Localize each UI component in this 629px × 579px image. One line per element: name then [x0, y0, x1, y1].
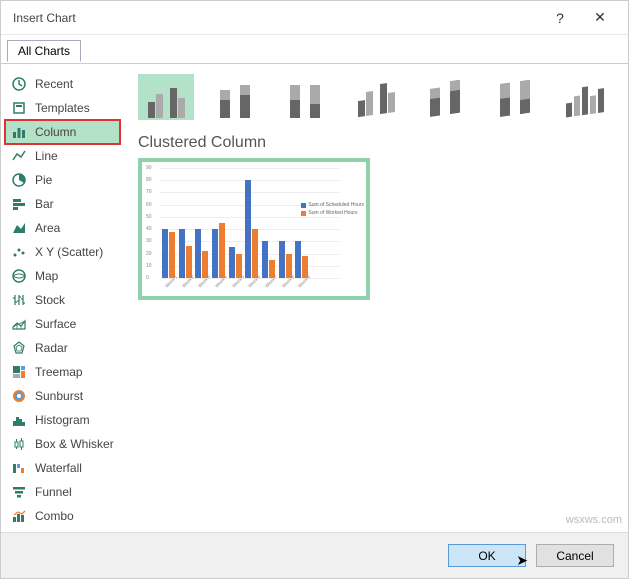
subtype-row [138, 74, 614, 120]
pie-icon [11, 172, 27, 188]
sidebar-item-pie[interactable]: Pie [5, 168, 120, 192]
dialog-footer: OK➤ Cancel [1, 532, 628, 578]
sidebar-item-label: Radar [35, 341, 68, 355]
boxwhisker-icon [11, 436, 27, 452]
funnel-icon [11, 484, 27, 500]
subtype-100-stacked-column[interactable] [278, 74, 334, 120]
sunburst-icon [11, 388, 27, 404]
subtype-3d-stacked-column[interactable] [418, 74, 474, 120]
cancel-button[interactable]: Cancel [536, 544, 614, 567]
area-icon [11, 220, 27, 236]
subtype-clustered-column[interactable] [138, 74, 194, 120]
sidebar-item-label: Stock [35, 293, 65, 307]
sidebar-item-label: Line [35, 149, 58, 163]
map-icon [11, 268, 27, 284]
sidebar-item-combo[interactable]: Combo [5, 504, 120, 528]
title-bar: Insert Chart ? ✕ [1, 1, 628, 35]
tab-strip: All Charts [7, 39, 628, 63]
ok-button[interactable]: OK➤ [448, 544, 526, 567]
chart-main-area: Clustered Column 0102030405060708090Week… [124, 64, 628, 532]
column-icon [11, 124, 27, 140]
sidebar-item-radar[interactable]: Radar [5, 336, 120, 360]
subtype-title: Clustered Column [138, 134, 614, 152]
sidebar-item-label: Histogram [35, 413, 90, 427]
templates-icon [11, 100, 27, 116]
sidebar-item-label: X Y (Scatter) [35, 245, 103, 259]
chart-type-sidebar: Recent Templates Column Line Pie Bar Are… [1, 64, 124, 532]
sidebar-item-sunburst[interactable]: Sunburst [5, 384, 120, 408]
sidebar-item-label: Sunburst [35, 389, 83, 403]
sidebar-item-waterfall[interactable]: Waterfall [5, 456, 120, 480]
bar-icon [11, 196, 27, 212]
waterfall-icon [11, 460, 27, 476]
radar-icon [11, 340, 27, 356]
combo-icon [11, 508, 27, 524]
sidebar-item-label: Bar [35, 197, 54, 211]
sidebar-item-funnel[interactable]: Funnel [5, 480, 120, 504]
sidebar-item-label: Combo [35, 509, 74, 523]
sidebar-item-recent[interactable]: Recent [5, 72, 120, 96]
sidebar-item-label: Recent [35, 77, 73, 91]
sidebar-item-surface[interactable]: Surface [5, 312, 120, 336]
sidebar-item-label: Funnel [35, 485, 72, 499]
line-icon [11, 148, 27, 164]
cursor-icon: ➤ [516, 552, 528, 569]
sidebar-item-label: Area [35, 221, 60, 235]
subtype-stacked-column[interactable] [208, 74, 264, 120]
sidebar-item-label: Pie [35, 173, 52, 187]
dialog-title: Insert Chart [13, 11, 540, 25]
sidebar-item-label: Surface [35, 317, 76, 331]
sidebar-item-map[interactable]: Map [5, 264, 120, 288]
subtype-3d-column[interactable] [558, 74, 614, 120]
help-button[interactable]: ? [540, 10, 580, 26]
sidebar-item-column[interactable]: Column [5, 120, 120, 144]
sidebar-item-stock[interactable]: Stock [5, 288, 120, 312]
stock-icon [11, 292, 27, 308]
sidebar-item-histogram[interactable]: Histogram [5, 408, 120, 432]
chart-preview[interactable]: 0102030405060708090Week 1Week 2Week 3Wee… [138, 158, 370, 300]
sidebar-item-treemap[interactable]: Treemap [5, 360, 120, 384]
sidebar-item-label: Column [35, 125, 76, 139]
sidebar-item-line[interactable]: Line [5, 144, 120, 168]
surface-icon [11, 316, 27, 332]
sidebar-item-scatter[interactable]: X Y (Scatter) [5, 240, 120, 264]
chart-plot-area: 0102030405060708090Week 1Week 2Week 3Wee… [160, 168, 340, 278]
recent-icon [11, 76, 27, 92]
scatter-icon [11, 244, 27, 260]
close-button[interactable]: ✕ [580, 9, 620, 26]
treemap-icon [11, 364, 27, 380]
sidebar-item-boxwhisker[interactable]: Box & Whisker [5, 432, 120, 456]
sidebar-item-label: Box & Whisker [35, 437, 114, 451]
sidebar-item-templates[interactable]: Templates [5, 96, 120, 120]
subtype-3d-100-stacked-column[interactable] [488, 74, 544, 120]
sidebar-item-label: Templates [35, 101, 90, 115]
chart-legend: Sum of Scheduled Hours Sum of Worked Hou… [301, 202, 364, 218]
sidebar-item-label: Map [35, 269, 58, 283]
content-pane: Recent Templates Column Line Pie Bar Are… [1, 63, 628, 532]
sidebar-item-label: Treemap [35, 365, 83, 379]
tab-all-charts[interactable]: All Charts [7, 40, 81, 62]
sidebar-item-bar[interactable]: Bar [5, 192, 120, 216]
histogram-icon [11, 412, 27, 428]
sidebar-item-area[interactable]: Area [5, 216, 120, 240]
subtype-3d-clustered-column[interactable] [348, 74, 404, 120]
sidebar-item-label: Waterfall [35, 461, 82, 475]
